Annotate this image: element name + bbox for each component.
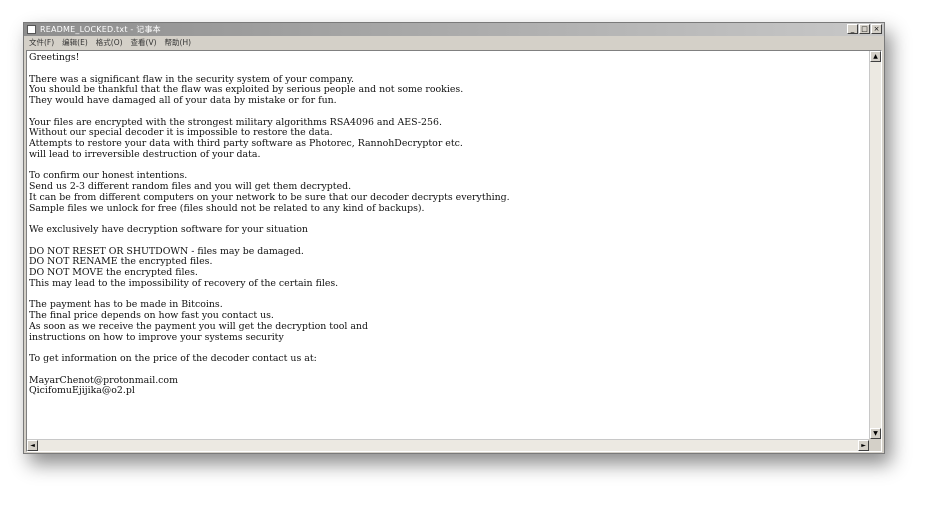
notepad-window: README_LOCKED.txt - 记事本 _ □ × 文件(F) 编辑(E… [23,22,885,454]
maximize-button[interactable]: □ [859,24,870,34]
menu-edit[interactable]: 编辑(E) [62,37,88,48]
text-line: will lead to irreversible destruction of… [29,148,261,160]
text-line: As soon as we receive the payment you wi… [29,320,368,332]
text-line: To get information on the price of the d… [29,353,317,364]
text-line: QicifomuEjijika@o2.pl [29,385,135,397]
text-line: It can be from different computers on yo… [29,191,510,203]
vertical-scrollbar[interactable]: ▲ ▼ [869,51,881,439]
window-title: README_LOCKED.txt - 记事本 [40,25,161,34]
title-bar[interactable]: README_LOCKED.txt - 记事本 _ □ × [24,23,884,36]
scroll-down-icon[interactable]: ▼ [870,428,881,439]
menu-view[interactable]: 查看(V) [131,37,157,48]
scroll-up-icon[interactable]: ▲ [870,51,881,62]
window-controls: _ □ × [847,24,882,34]
text-line: This may lead to the impossibility of re… [29,277,339,289]
document-text[interactable]: Greetings! There was a significant flaw i… [29,53,867,437]
text-line: Sample files we unlock for free (files s… [29,202,425,214]
text-line [29,236,867,247]
horizontal-scrollbar[interactable]: ◄ ► [27,439,869,451]
text-line: Greetings! [29,53,80,63]
scroll-left-icon[interactable]: ◄ [27,440,38,451]
text-line: instructions on how to improve your syst… [29,331,284,343]
menu-format[interactable]: 格式(O) [96,37,123,48]
text-line [29,365,867,376]
scroll-right-icon[interactable]: ► [858,440,869,451]
text-line: They would have damaged all of your data… [29,95,337,106]
text-line: We exclusively have decryption software … [29,224,308,235]
menu-bar: 文件(F) 编辑(E) 格式(O) 查看(V) 帮助(H) [24,36,884,49]
close-button[interactable]: × [871,24,882,34]
notepad-icon [27,25,36,34]
menu-file[interactable]: 文件(F) [29,37,54,48]
text-line [29,107,867,118]
text-line [29,64,867,75]
text-editor[interactable]: Greetings! There was a significant flaw i… [26,50,882,452]
text-line: MayarChenot@protonmail.com [29,374,178,386]
size-grip[interactable] [869,439,881,451]
minimize-button[interactable]: _ [847,24,858,34]
menu-help[interactable]: 帮助(H) [165,37,192,48]
